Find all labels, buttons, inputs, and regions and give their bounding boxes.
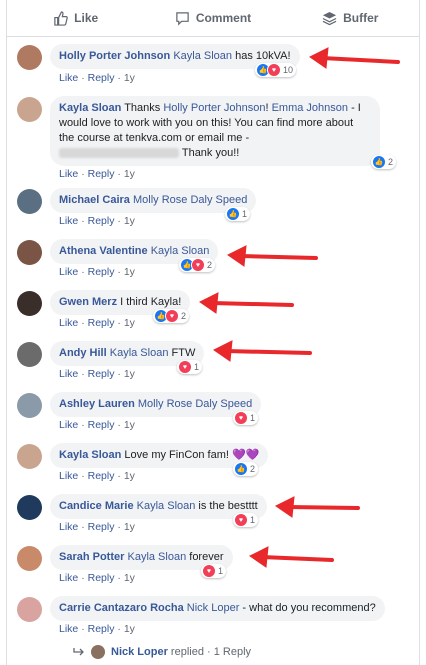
annotation-arrow xyxy=(320,56,400,64)
annotation-arrow xyxy=(224,349,312,355)
annotation-arrowhead xyxy=(249,546,269,568)
annotation-arrow xyxy=(210,301,294,307)
annotation-arrows xyxy=(199,47,400,568)
annotation-arrowhead xyxy=(199,292,219,314)
annotation-arrowhead xyxy=(275,496,295,518)
annotation-arrow xyxy=(238,254,318,260)
annotation-arrow xyxy=(260,555,334,562)
annotation-arrowhead xyxy=(227,245,247,267)
annotation-arrow xyxy=(286,505,360,510)
annotation-arrowhead xyxy=(213,340,233,362)
annotation-arrowhead xyxy=(309,47,329,69)
